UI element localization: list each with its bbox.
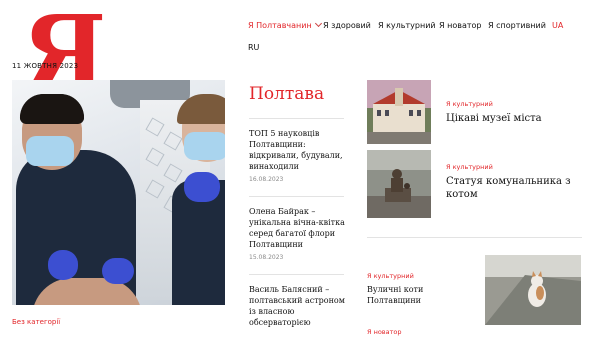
divider bbox=[249, 196, 344, 197]
nav-item-zdorovyi[interactable]: Я здоровий bbox=[323, 21, 371, 30]
divider bbox=[367, 237, 582, 238]
article-title[interactable]: Олена Байрак – унікальна вічна-квітка се… bbox=[249, 206, 349, 250]
museum-image bbox=[367, 80, 431, 144]
article-item[interactable]: Василь Балясний – полтавський астроном і… bbox=[249, 284, 349, 328]
glove bbox=[184, 172, 220, 202]
nav-item-novator[interactable]: Я новатор bbox=[439, 21, 481, 30]
article-category[interactable]: Я культурний bbox=[446, 163, 493, 171]
language-ru-link[interactable]: RU bbox=[248, 43, 259, 52]
glove bbox=[48, 250, 78, 280]
article-date: 16.08.2023 bbox=[249, 176, 284, 183]
cats-thumbnail[interactable] bbox=[485, 255, 581, 325]
statue-thumbnail[interactable] bbox=[367, 150, 431, 218]
statue-image bbox=[367, 150, 431, 218]
language-ua-link[interactable]: UA bbox=[552, 21, 563, 30]
nav-item-poltavchanyn[interactable]: Я Полтавчанин bbox=[248, 19, 322, 30]
assistant-mask bbox=[184, 132, 225, 160]
article-title[interactable]: Вуличні коти Полтавщини bbox=[367, 284, 467, 306]
nav-item-label: Я Полтавчанин bbox=[248, 21, 312, 30]
divider bbox=[249, 274, 344, 275]
article-date: 15.08.2023 bbox=[249, 254, 284, 261]
cat-image bbox=[485, 255, 581, 325]
hero-image[interactable] bbox=[12, 80, 225, 305]
dentist-hair-top bbox=[20, 94, 84, 124]
article-title[interactable]: ТОП 5 науковців Полтавщини: відкривали, … bbox=[249, 128, 349, 172]
article-category[interactable]: Я культурний bbox=[446, 100, 493, 108]
nav-item-sportyvnyi[interactable]: Я спортивний bbox=[488, 21, 546, 30]
current-date: 11 ЖОВТНЯ 2023 bbox=[12, 62, 79, 70]
article-title[interactable]: Статуя комунальника з котом bbox=[446, 175, 578, 201]
article-title[interactable]: Цікаві музеї міста bbox=[446, 113, 576, 124]
section-title[interactable]: Полтава bbox=[249, 84, 324, 104]
nav-item-kulturnyi[interactable]: Я культурний bbox=[378, 21, 436, 30]
article-item[interactable]: Олена Байрак – унікальна вічна-квітка се… bbox=[249, 206, 349, 261]
dentist-mask bbox=[26, 136, 74, 166]
article-category[interactable]: Я новатор bbox=[367, 328, 402, 336]
article-category[interactable]: Я культурний bbox=[367, 272, 414, 280]
chevron-down-icon bbox=[314, 19, 322, 28]
glove bbox=[102, 258, 134, 284]
divider bbox=[249, 118, 344, 119]
hero-category-link[interactable]: Без категорії bbox=[12, 318, 60, 326]
article-item[interactable]: ТОП 5 науковців Полтавщини: відкривали, … bbox=[249, 128, 349, 183]
article-title[interactable]: Василь Балясний – полтавський астроном і… bbox=[249, 284, 349, 328]
museum-thumbnail[interactable] bbox=[367, 80, 431, 144]
